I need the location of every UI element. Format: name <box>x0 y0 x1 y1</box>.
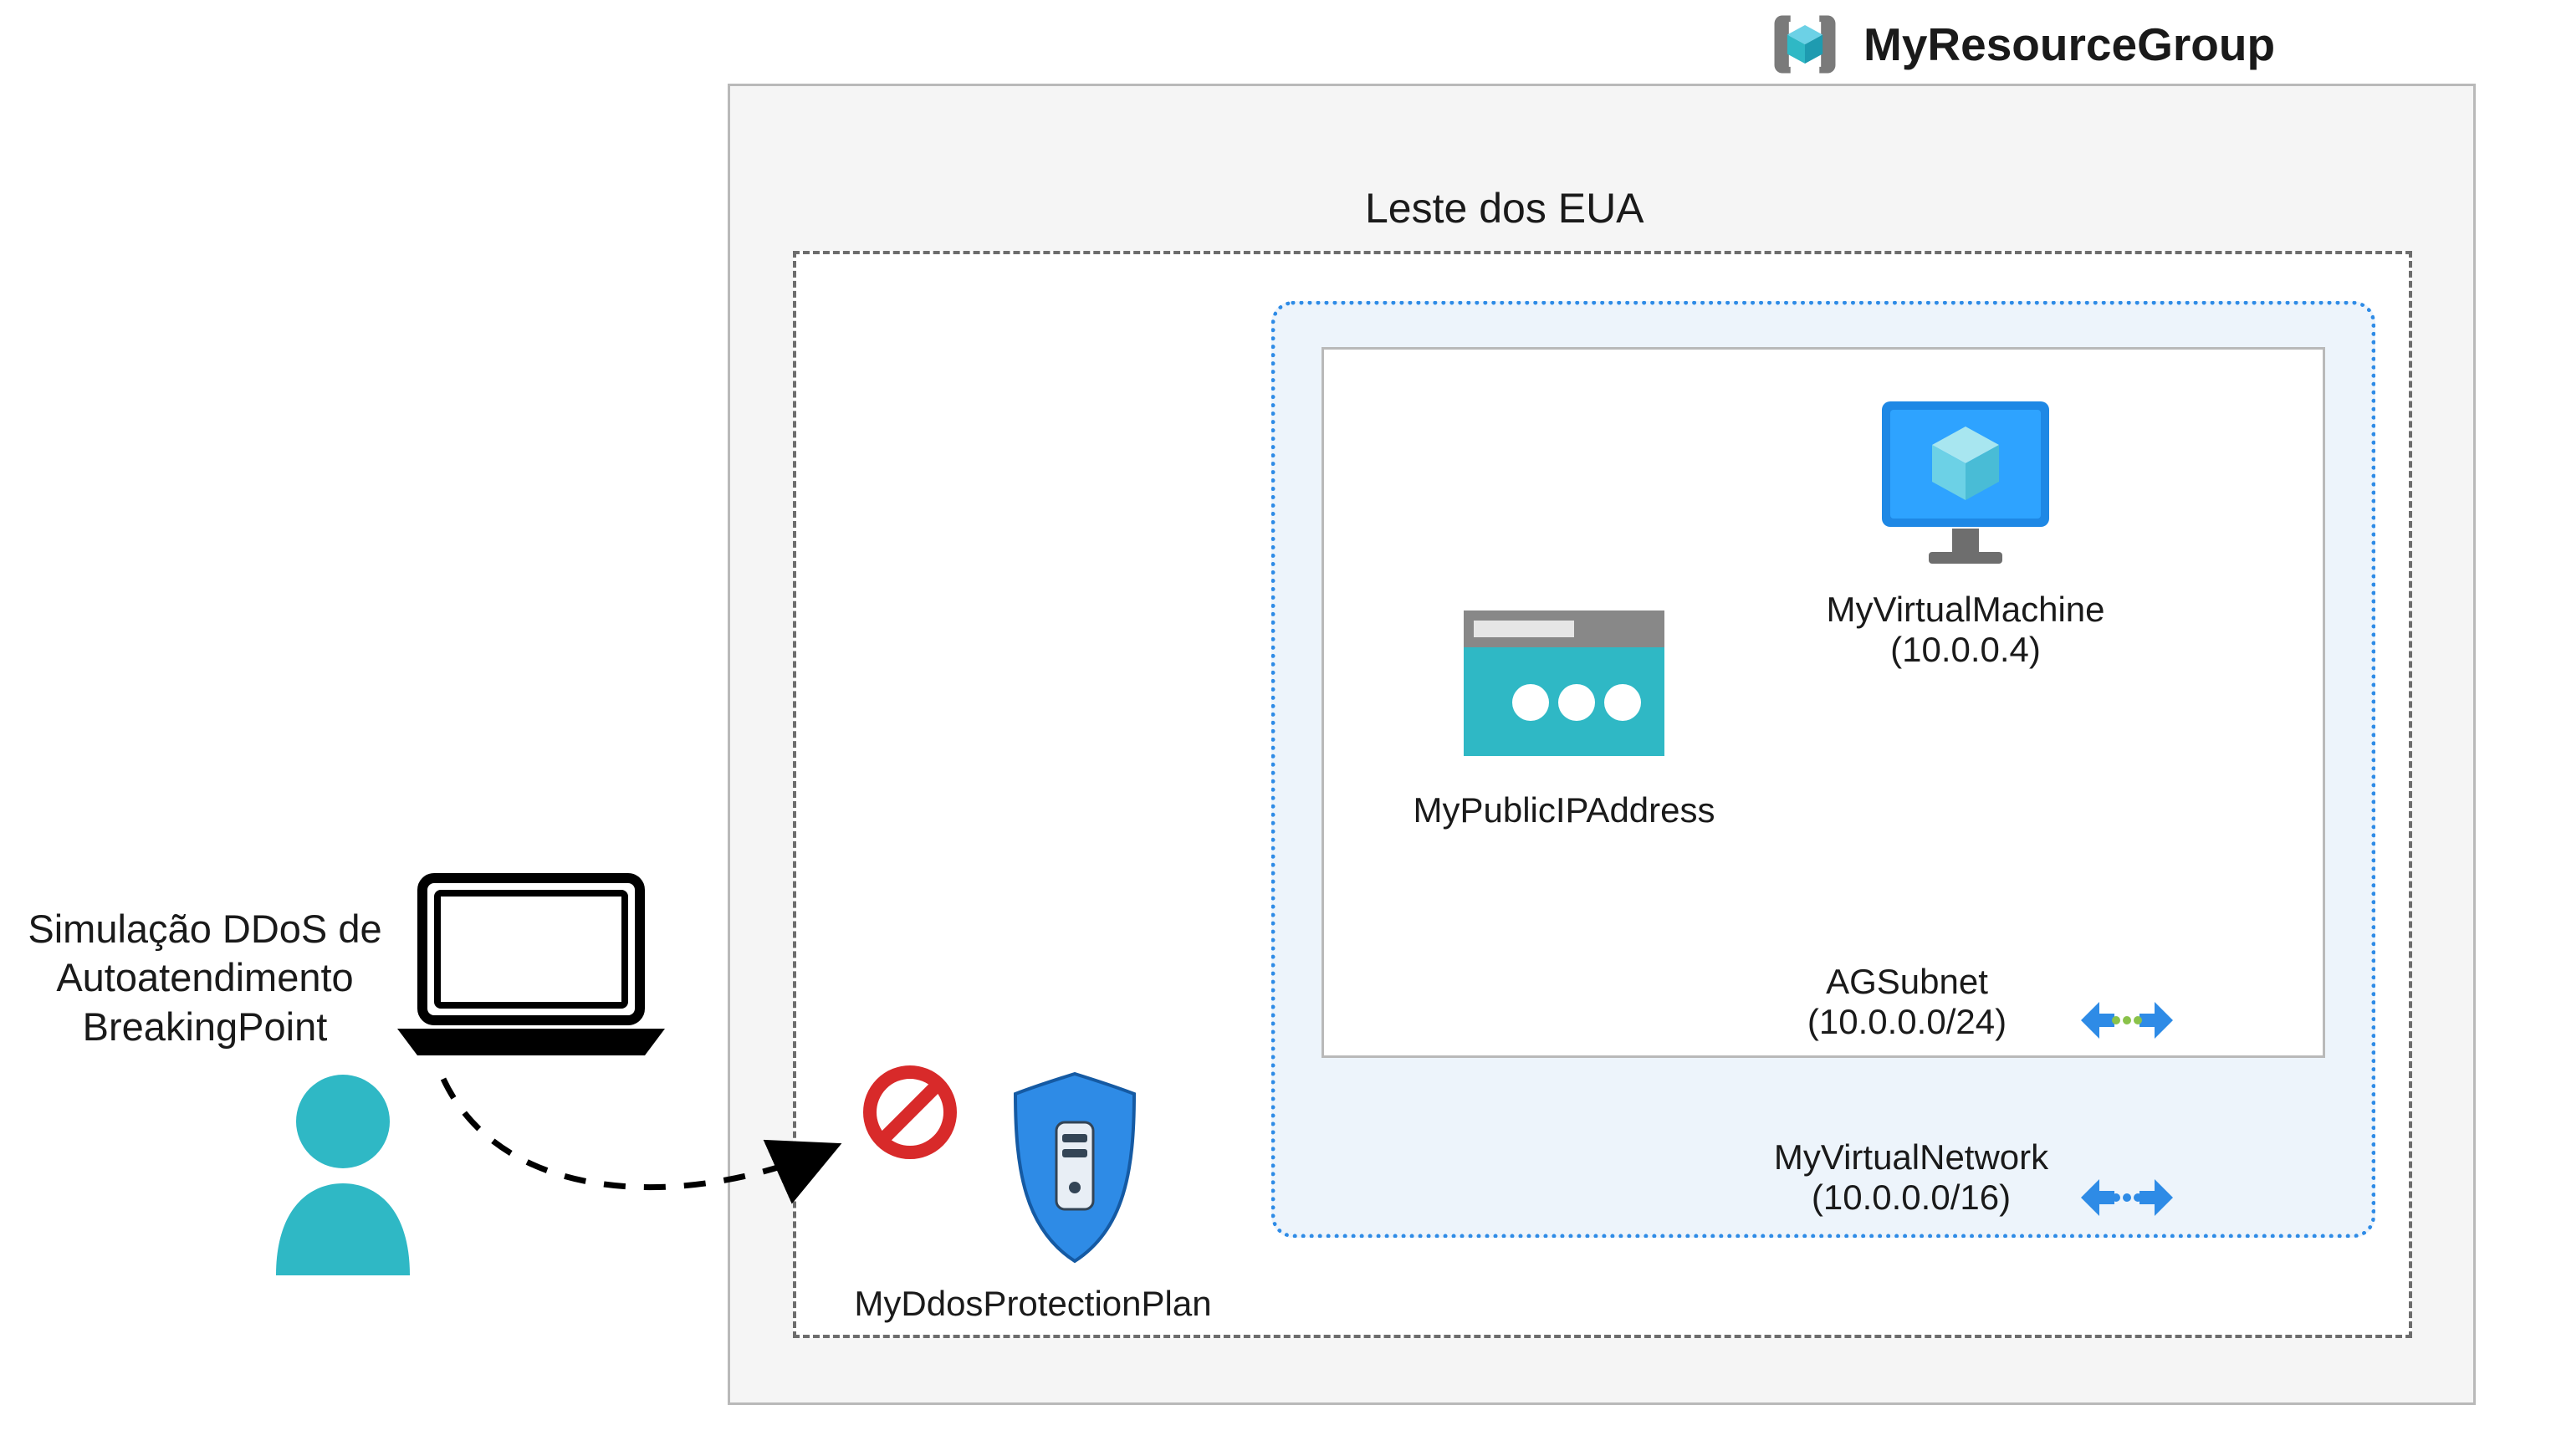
ddos-protection-name: MyDdosProtectionPlan <box>828 1284 1238 1324</box>
laptop-icon <box>389 870 673 1075</box>
simulation-label-line2: Autoatendimento <box>25 953 385 1002</box>
public-ip-name: MyPublicIPAddress <box>1388 790 1740 830</box>
resource-group-icon <box>1765 4 1845 84</box>
resource-group-header: MyResourceGroup <box>1765 4 2275 84</box>
subnet-name: AGSubnet <box>1790 962 2024 1002</box>
subnet-labels: AGSubnet (10.0.0.0/24) <box>1790 962 2024 1042</box>
subnet-cidr: (10.0.0.0/24) <box>1790 1002 2024 1042</box>
vnet-labels: MyVirtualNetwork (10.0.0.0/16) <box>1765 1137 2058 1218</box>
simulation-label-line1: Simulação DDoS de <box>25 905 385 953</box>
simulation-label-line3: BreakingPoint <box>25 1003 385 1051</box>
virtual-machine-name: MyVirtualMachine <box>1802 590 2129 630</box>
vnet-icon <box>2081 1162 2173 1233</box>
vnet-cidr: (10.0.0.0/16) <box>1765 1178 2058 1218</box>
subnet-icon <box>2081 985 2173 1055</box>
virtual-machine-icon <box>1865 566 2066 580</box>
region-title: Leste dos EUA <box>1365 184 1644 232</box>
virtual-machine-ip: (10.0.0.4) <box>1802 630 2129 670</box>
ddos-shield-icon <box>924 1260 1142 1275</box>
diagram-stage: MyResourceGroup Leste dos EUA MyVirtualM… <box>0 0 2551 1456</box>
resource-group-title: MyResourceGroup <box>1863 18 2275 71</box>
user-icon <box>259 1066 427 1288</box>
attack-arrow <box>435 1070 887 1250</box>
public-ip-block: MyPublicIPAddress <box>1388 602 1740 830</box>
public-ip-icon <box>1455 767 1673 781</box>
virtual-machine-block: MyVirtualMachine (10.0.0.4) <box>1802 393 2129 670</box>
simulation-label: Simulação DDoS de Autoatendimento Breaki… <box>25 905 385 1051</box>
vnet-name: MyVirtualNetwork <box>1765 1137 2058 1178</box>
